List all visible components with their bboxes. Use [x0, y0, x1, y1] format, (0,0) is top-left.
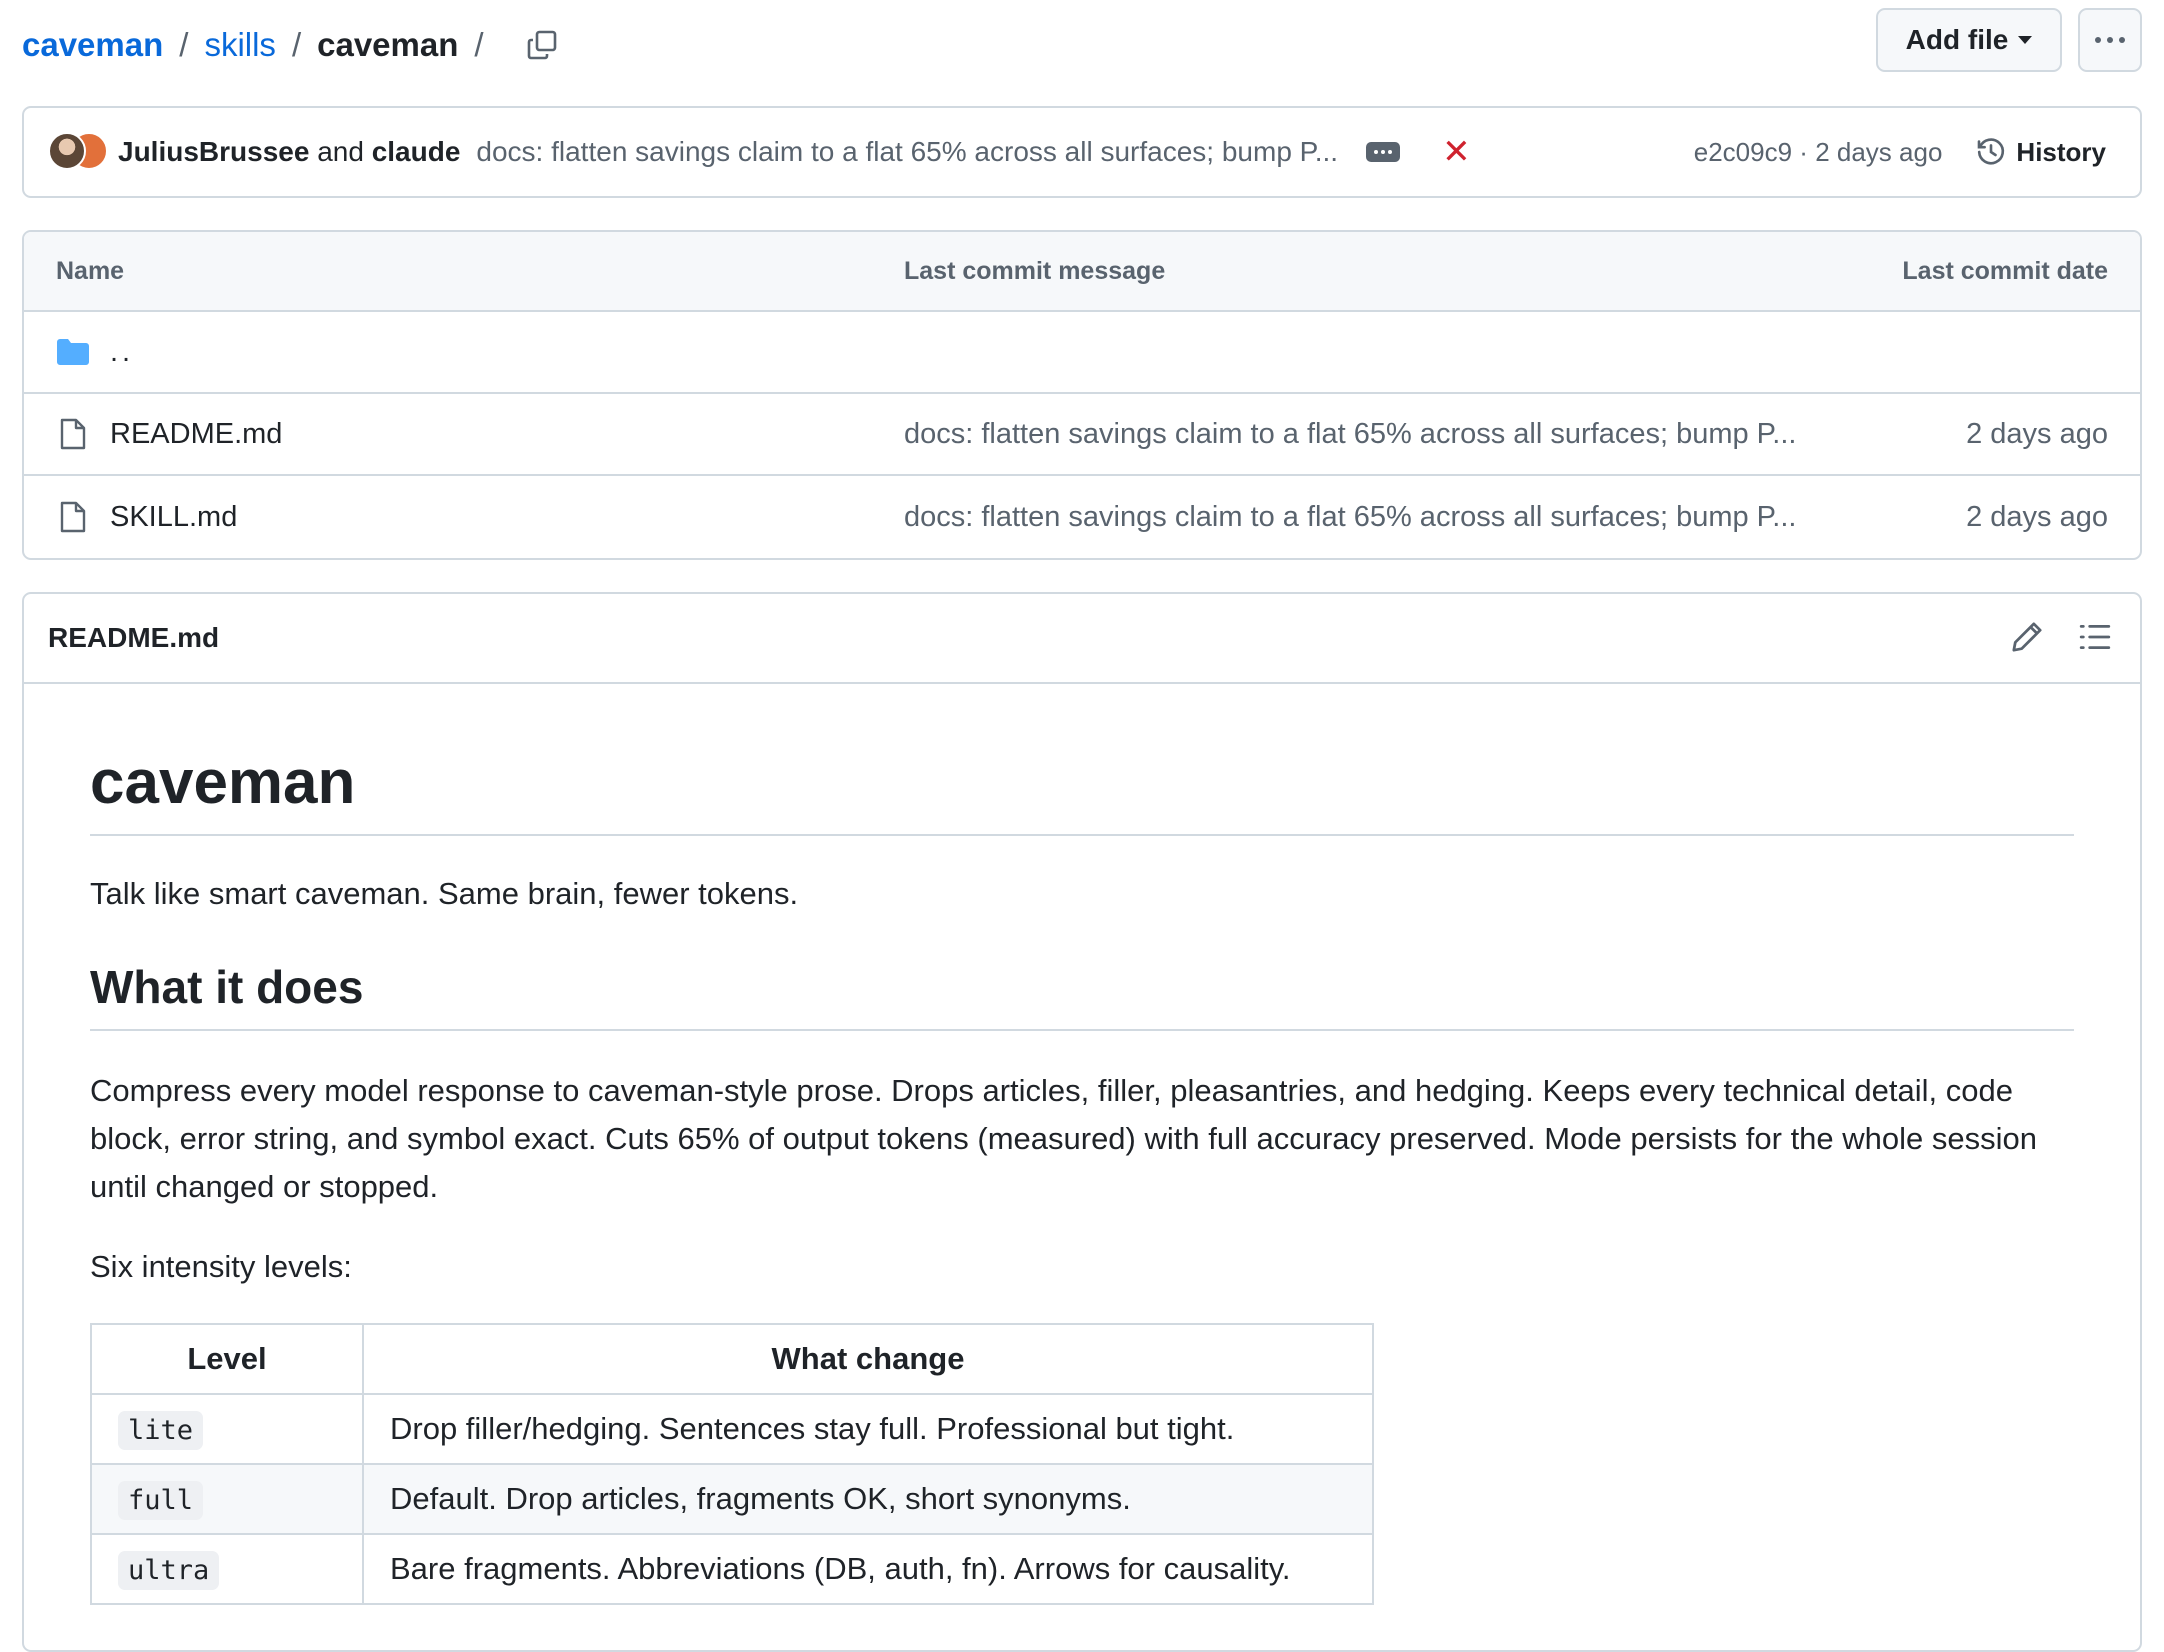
history-icon — [1978, 138, 2005, 165]
commit-message-link[interactable]: docs: flatten savings claim to a flat 65… — [476, 136, 1338, 168]
readme-description: Compress every model response to caveman… — [90, 1072, 2037, 1204]
file-commit-message-link[interactable]: docs: flatten savings claim to a flat 65… — [904, 476, 1796, 558]
file-name-cell: SKILL.md — [56, 476, 237, 558]
folder-icon — [56, 338, 90, 366]
file-name-link[interactable]: README.md — [110, 418, 282, 451]
parent-directory-link[interactable]: .. — [110, 336, 134, 369]
readme-header: README.md — [24, 594, 2140, 684]
commit-sha-link[interactable]: e2c09c9 — [1694, 137, 1792, 167]
level-code: lite — [118, 1410, 204, 1450]
level-cell: lite — [90, 1392, 364, 1465]
breadcrumb-folder-link[interactable]: skills — [204, 26, 276, 64]
column-header-level: Level — [90, 1322, 364, 1395]
caret-down-icon — [2018, 36, 2033, 44]
column-header-message: Last commit message — [904, 256, 1166, 285]
readme-filename: README.md — [48, 622, 220, 653]
table-header-row: Level What change — [90, 1322, 1374, 1395]
readme-levels-intro: Six intensity levels: — [90, 1248, 352, 1284]
intensity-levels-table: Level What change lite Drop filler/hedgi… — [90, 1322, 1374, 1605]
file-commit-date: 2 days ago — [1966, 417, 2108, 450]
avatar — [48, 132, 86, 170]
expand-commit-message-button[interactable] — [1366, 142, 1401, 162]
parent-directory-cell: .. — [56, 312, 134, 392]
commit-author-link[interactable]: JuliusBrussee — [118, 136, 309, 167]
history-link[interactable]: History — [1976, 137, 2106, 168]
readme-heading-1: caveman — [90, 684, 2074, 836]
file-name-cell: README.md — [56, 394, 282, 474]
level-cell: full — [90, 1462, 364, 1535]
level-cell: ultra — [90, 1532, 364, 1605]
table-row: full Default. Drop articles, fragments O… — [90, 1462, 1374, 1535]
file-browser-page: caveman / skills / caveman / Add file Ju… — [0, 0, 2164, 1652]
file-commit-date: 2 days ago — [1966, 500, 2108, 533]
column-header-change: What change — [362, 1322, 1374, 1395]
pencil-icon[interactable] — [2010, 620, 2044, 659]
breadcrumb-separator: / — [291, 26, 302, 63]
table-row[interactable]: SKILL.md docs: flatten savings claim to … — [24, 476, 2140, 558]
file-icon — [56, 500, 90, 534]
top-bar: caveman / skills / caveman / Add file — [22, 8, 2142, 80]
level-code: full — [118, 1480, 204, 1520]
readme-panel: README.md caveman Talk like smart cavema… — [22, 592, 2142, 1652]
breadcrumb-separator: / — [474, 26, 484, 63]
commit-authors: JuliusBrussee and claude — [118, 136, 460, 168]
readme-heading-2: What it does — [90, 962, 2074, 1031]
readme-content: caveman Talk like smart caveman. Same br… — [90, 684, 2074, 1605]
add-file-button[interactable]: Add file — [1876, 8, 2062, 72]
commit-meta-separator: · — [1799, 136, 1808, 167]
file-commit-message-link[interactable]: docs: flatten savings claim to a flat 65… — [904, 394, 1796, 474]
table-row: lite Drop filler/hedging. Sentences stay… — [90, 1392, 1374, 1465]
file-name-link[interactable]: SKILL.md — [110, 501, 237, 534]
table-row[interactable]: README.md docs: flatten savings claim to… — [24, 394, 2140, 476]
copy-path-icon[interactable] — [524, 27, 560, 63]
table-row: ultra Bare fragments. Abbreviations (DB,… — [90, 1532, 1374, 1605]
latest-commit-bar: JuliusBrussee and claude docs: flatten s… — [22, 106, 2142, 198]
readme-tagline: Talk like smart caveman. Same brain, few… — [90, 876, 799, 911]
column-header-date: Last commit date — [1902, 256, 2108, 285]
column-header-name: Name — [56, 256, 125, 285]
author-avatars[interactable] — [48, 130, 108, 174]
parent-directory-row[interactable]: .. — [24, 312, 2140, 394]
file-table: Name Last commit message Last commit dat… — [22, 230, 2142, 560]
breadcrumb: caveman / skills / caveman / — [22, 26, 560, 64]
kebab-horizontal-icon — [2095, 37, 2125, 43]
level-code: ultra — [118, 1550, 220, 1590]
breadcrumb-separator: / — [179, 26, 189, 63]
commit-age: 2 days ago — [1815, 136, 1943, 167]
file-table-header: Name Last commit message Last commit dat… — [24, 232, 2140, 312]
change-cell: Drop filler/hedging. Sentences stay full… — [362, 1392, 1374, 1465]
commit-author-link[interactable]: claude — [372, 136, 461, 167]
breadcrumb-current: caveman — [317, 26, 459, 63]
more-options-button[interactable] — [2078, 8, 2142, 72]
list-unordered-icon[interactable] — [2078, 620, 2112, 659]
history-label: History — [2016, 136, 2106, 167]
breadcrumb-repo-link[interactable]: caveman — [22, 26, 163, 64]
change-cell: Bare fragments. Abbreviations (DB, auth,… — [362, 1532, 1374, 1605]
commit-author-conjunction: and — [317, 136, 364, 167]
add-file-label: Add file — [1905, 24, 2009, 55]
commit-meta: e2c09c9 · 2 days ago — [1694, 137, 1943, 168]
change-cell: Default. Drop articles, fragments OK, sh… — [362, 1462, 1374, 1535]
x-icon[interactable]: ✕ — [1442, 135, 1471, 169]
file-icon — [56, 417, 90, 451]
